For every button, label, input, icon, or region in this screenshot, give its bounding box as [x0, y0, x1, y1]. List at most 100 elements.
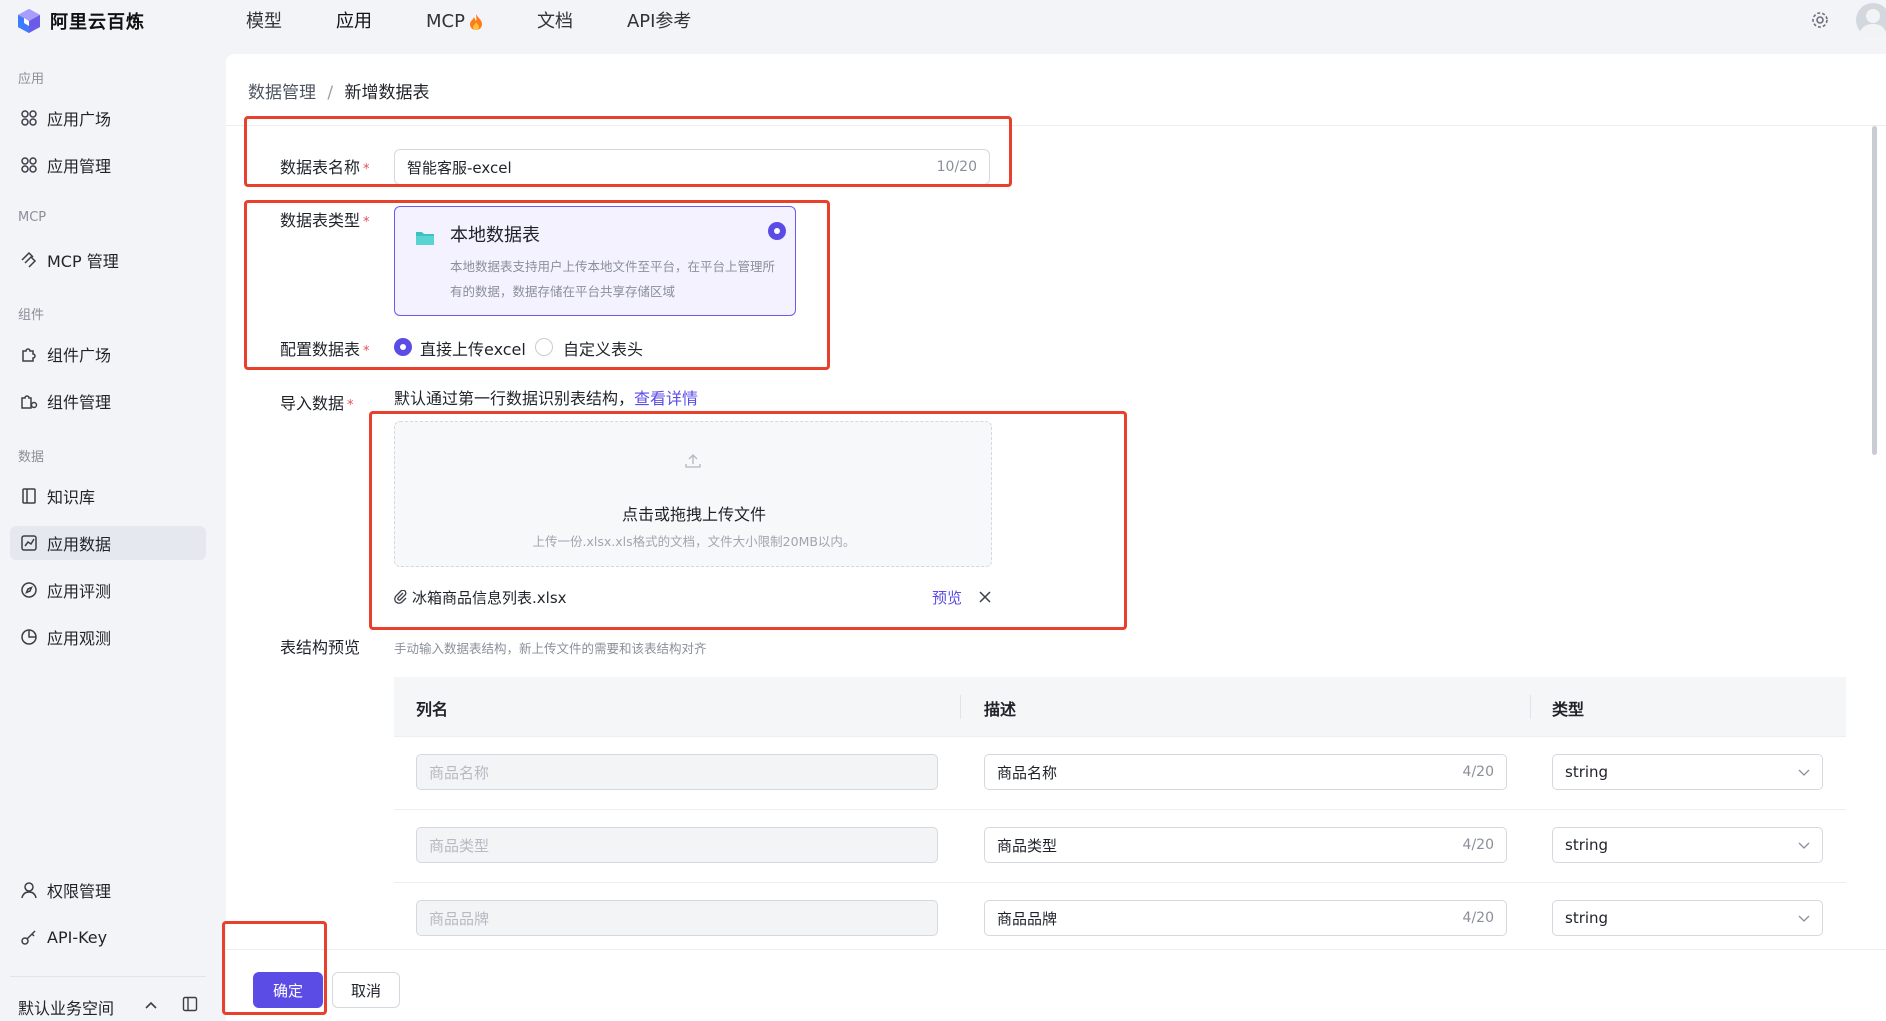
table-type-label: 数据表类型 *	[280, 207, 370, 231]
close-icon[interactable]	[978, 590, 992, 604]
config-table-label: 配置数据表 *	[280, 336, 370, 360]
sidebar-item-app-plaza[interactable]: 应用广场	[10, 101, 206, 135]
radio-custom-header-label[interactable]: 自定义表头	[563, 336, 643, 360]
table-name-label: 数据表名称 *	[280, 154, 370, 178]
local-table-title: 本地数据表	[450, 225, 540, 246]
mcp-icon	[21, 251, 37, 268]
form-footer: 确定 取消	[226, 949, 1886, 1021]
table-name-input[interactable]: 智能客服-excel 10/20	[394, 149, 990, 185]
sidebar-divider	[10, 976, 206, 977]
chevron-up-icon[interactable]	[143, 997, 159, 1013]
sidebar-item-knowledge-base[interactable]: 知识库	[10, 479, 206, 513]
user-avatar[interactable]	[1856, 3, 1886, 37]
breadcrumb-current: 新增数据表	[344, 83, 430, 103]
column-desc-value: 商品类型	[997, 836, 1058, 855]
column-header-desc: 描述	[984, 700, 1017, 719]
column-desc-count: 4/20	[1462, 837, 1494, 853]
import-hint: 默认通过第一行数据识别表结构，查看详情	[394, 385, 698, 409]
column-type-select[interactable]: string	[1552, 827, 1823, 863]
nav-mcp-label: MCP	[426, 11, 465, 32]
column-desc-input[interactable]: 商品名称 4/20	[984, 754, 1507, 790]
uploaded-file-row: 冰箱商品信息列表.xlsx 预览	[394, 585, 992, 609]
sidebar-item-app-data[interactable]: 应用数据	[10, 526, 206, 560]
table-row: 商品类型 商品类型 4/20 string	[394, 810, 1846, 883]
sidebar-item-app-observe[interactable]: 应用观测	[10, 620, 206, 654]
panel-collapse-icon[interactable]	[182, 996, 198, 1012]
local-table-description: 本地数据表支持用户上传本地文件至平台，在平台上管理所有的数据，数据存储在平台共享…	[450, 259, 776, 299]
radio-upload-excel[interactable]	[394, 338, 412, 356]
sidebar-group-data: 数据	[18, 450, 45, 465]
workspace-switcher[interactable]: 默认业务空间	[18, 995, 114, 1019]
chevron-down-icon	[1798, 769, 1810, 776]
nav-models[interactable]: 模型	[246, 9, 282, 35]
sidebar-item-label: 应用数据	[47, 535, 112, 554]
confirm-button[interactable]: 确定	[253, 972, 323, 1008]
grid-icon	[21, 110, 37, 126]
file-preview-link[interactable]: 预览	[932, 587, 962, 608]
sidebar-item-permission[interactable]: 权限管理	[10, 873, 206, 907]
required-mark: *	[363, 344, 370, 359]
radio-upload-excel-label[interactable]: 直接上传excel	[420, 336, 526, 360]
column-desc-count: 4/20	[1462, 764, 1494, 780]
column-desc-input[interactable]: 商品类型 4/20	[984, 827, 1507, 863]
main-nav: 模型 应用 MCP 文档 API参考	[246, 9, 745, 35]
sidebar-item-app-eval[interactable]: 应用评测	[10, 573, 206, 607]
sidebar-item-label: 组件广场	[47, 346, 112, 365]
upload-title: 点击或拖拽上传文件	[621, 505, 766, 524]
radio-custom-header[interactable]	[535, 338, 553, 356]
column-name-input[interactable]: 商品名称	[416, 754, 938, 790]
sidebar-item-label: MCP 管理	[47, 252, 119, 271]
chevron-down-icon	[1798, 842, 1810, 849]
file-upload-dropzone[interactable]: 点击或拖拽上传文件 上传一份.xlsx.xls格式的文档，文件大小限制20MB以…	[394, 421, 992, 567]
schema-preview-label: 表结构预览	[280, 638, 361, 657]
nav-apps[interactable]: 应用	[336, 9, 372, 35]
sidebar-item-api-key[interactable]: API-Key	[10, 920, 206, 954]
nav-api-reference[interactable]: API参考	[627, 9, 691, 35]
header-separator	[960, 695, 961, 719]
sidebar-item-mcp-manage[interactable]: MCP 管理	[10, 243, 206, 277]
sidebar-item-label: 应用广场	[47, 110, 112, 129]
column-type-value: string	[1565, 763, 1609, 781]
nav-docs[interactable]: 文档	[537, 9, 573, 35]
sidebar: 应用 应用广场 应用管理 MCP MCP 管理 组件 组件广场 组件管理 数据 …	[0, 52, 224, 1021]
key-icon	[21, 930, 36, 945]
breadcrumb: 数据管理 / 新增数据表	[248, 78, 430, 103]
grid-icon	[21, 157, 37, 173]
column-type-select[interactable]: string	[1552, 900, 1823, 936]
column-type-select[interactable]: string	[1552, 754, 1823, 790]
import-data-label-text: 导入数据	[280, 394, 345, 413]
nav-mcp[interactable]: MCP	[426, 9, 483, 35]
view-details-link[interactable]: 查看详情	[634, 389, 698, 408]
uploaded-file-name: 冰箱商品信息列表.xlsx	[412, 589, 567, 607]
paperclip-icon	[394, 590, 407, 604]
sidebar-item-app-manage[interactable]: 应用管理	[10, 148, 206, 182]
app-title: 阿里云百炼	[50, 12, 145, 33]
column-name-input[interactable]: 商品类型	[416, 827, 938, 863]
local-table-option-card[interactable]: 本地数据表 本地数据表支持用户上传本地文件至平台，在平台上管理所有的数据，数据存…	[394, 206, 796, 316]
sidebar-item-component-plaza[interactable]: 组件广场	[10, 337, 206, 371]
sidebar-item-label: 应用观测	[47, 629, 112, 648]
local-table-radio[interactable]	[768, 222, 786, 240]
breadcrumb-separator: /	[327, 83, 334, 103]
cancel-button[interactable]: 取消	[332, 972, 400, 1008]
gear-icon[interactable]	[1810, 10, 1830, 30]
sidebar-group-mcp: MCP	[18, 210, 47, 225]
column-header-type: 类型	[1552, 700, 1585, 719]
schema-hint: 手动输入数据表结构，新上传文件的需要和该表结构对齐	[394, 641, 707, 656]
folder-icon	[416, 232, 434, 245]
user-icon	[21, 882, 37, 899]
breadcrumb-parent[interactable]: 数据管理	[248, 83, 316, 103]
sidebar-item-component-manage[interactable]: 组件管理	[10, 384, 206, 418]
header-separator	[1530, 695, 1531, 719]
chevron-down-icon	[1798, 915, 1810, 922]
column-desc-input[interactable]: 商品品牌 4/20	[984, 900, 1507, 936]
sidebar-group-components: 组件	[18, 308, 45, 323]
upload-description: 上传一份.xlsx.xls格式的文档，文件大小限制20MB以内。	[532, 534, 856, 549]
table-row: 商品品牌 商品品牌 4/20 string	[394, 883, 1846, 956]
puzzle-icon	[22, 348, 36, 362]
sidebar-item-label: 权限管理	[47, 882, 112, 901]
column-name-input[interactable]: 商品品牌	[416, 900, 938, 936]
brand-logo[interactable]: 阿里云百炼	[16, 8, 145, 34]
scrollbar[interactable]	[1872, 126, 1877, 455]
sidebar-item-label: 知识库	[47, 488, 96, 507]
